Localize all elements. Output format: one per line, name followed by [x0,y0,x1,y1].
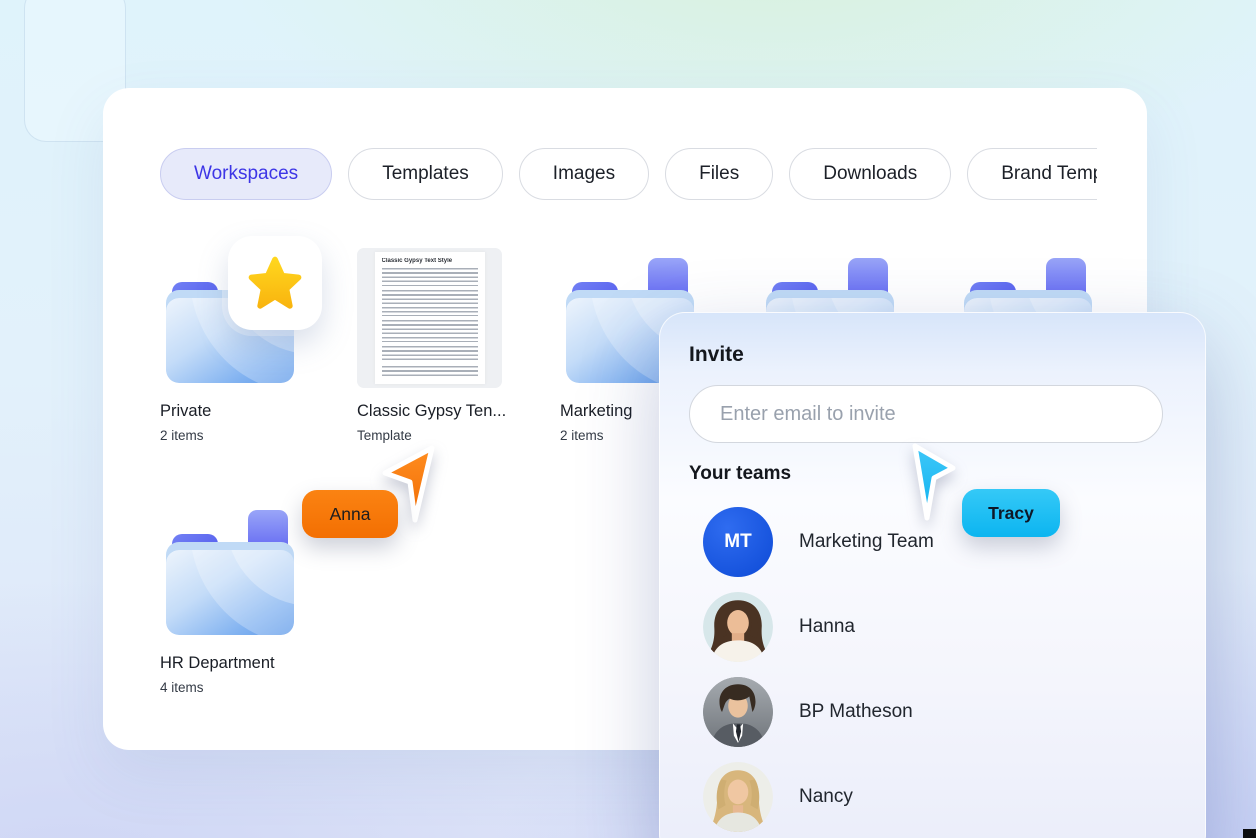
tab-label: Templates [382,163,469,184]
document-text-lines [382,290,478,316]
document-page: Classic Gypsy Text Style [375,252,485,384]
cursor-user-name: Anna [330,504,371,525]
invite-panel-title: Invite [689,343,744,367]
folder-meta: 2 items [160,428,310,443]
team-avatar: MT [703,507,773,577]
tab-downloads[interactable]: Downloads [789,148,951,200]
member-name: Nancy [799,786,853,808]
tab-bar: Workspaces Templates Images Files Downlo… [160,148,1097,202]
invite-panel: Invite Your teams MT Marketing Team [659,312,1206,838]
tab-workspaces[interactable]: Workspaces [160,148,332,200]
your-teams-heading: Your teams [689,463,791,485]
folder-name: Private [160,402,310,421]
avatar-photo-icon [703,677,773,747]
tab-files[interactable]: Files [665,148,773,200]
tracy-cursor-icon [906,442,960,524]
team-row-hanna[interactable]: Hanna [660,584,1207,669]
tracy-cursor-label: Tracy [962,489,1060,537]
member-name: BP Matheson [799,701,913,723]
invite-email-input[interactable] [689,385,1163,443]
folder-icon [160,500,300,640]
cursor-user-name: Tracy [988,503,1034,524]
tab-label: Downloads [823,163,917,184]
tab-templates[interactable]: Templates [348,148,503,200]
screen: Workspaces Templates Images Files Downlo… [0,0,1256,838]
member-avatar [703,592,773,662]
document-icon: Classic Gypsy Text Style [357,248,502,388]
tab-label: Images [553,163,615,184]
template-name: Classic Gypsy Ten... [357,402,507,421]
document-text-lines [382,320,478,342]
document-title: Classic Gypsy Text Style [382,258,478,264]
avatar-photo-icon [703,592,773,662]
tab-brand-templates[interactable]: Brand Temp [967,148,1097,200]
star-icon [244,252,306,314]
folder-name: HR Department [160,654,310,673]
document-text-lines [382,366,478,378]
favorite-badge [228,236,322,330]
template-item[interactable]: Classic Gypsy Text Style Classic Gypsy T… [357,248,507,443]
document-text-lines [382,268,478,286]
team-row-nancy[interactable]: Nancy [660,754,1207,838]
avatar-photo-icon [703,762,773,832]
tab-label: Files [699,163,739,184]
member-name: Hanna [799,616,855,638]
tab-label: Brand Temp [1001,163,1097,184]
tab-images[interactable]: Images [519,148,649,200]
member-name: Marketing Team [799,531,934,553]
team-row-bp-matheson[interactable]: BP Matheson [660,669,1207,754]
folder-meta: 4 items [160,680,310,695]
screen-corner-artifact [1243,829,1256,838]
tab-label: Workspaces [194,163,298,184]
member-avatar [703,762,773,832]
member-avatar [703,677,773,747]
team-initials: MT [724,531,751,553]
document-text-lines [382,346,478,362]
folder-hr-department[interactable]: HR Department 4 items [160,500,310,695]
anna-cursor-label: Anna [302,490,398,538]
